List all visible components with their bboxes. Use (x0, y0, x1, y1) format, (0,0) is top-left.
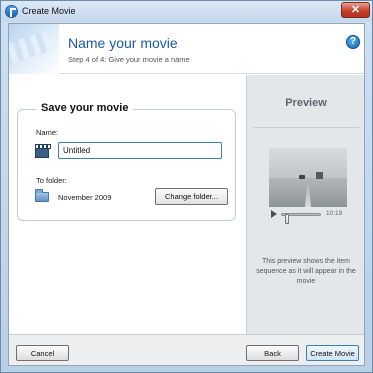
preview-title: Preview (285, 97, 327, 109)
movie-name-input[interactable] (58, 142, 222, 159)
preview-sky (269, 148, 347, 178)
app-logo-icon (5, 5, 18, 18)
title-bar: Create Movie ✕ (1, 1, 372, 22)
help-icon[interactable]: ? (346, 35, 360, 49)
close-button[interactable]: ✕ (341, 2, 370, 18)
preview-pane: Preview 10:19 This preview shows the ite… (246, 75, 364, 334)
seek-thumb[interactable] (285, 214, 289, 224)
play-icon[interactable] (271, 210, 277, 218)
header-banner-art (9, 24, 59, 74)
clapperboard-icon (35, 144, 51, 158)
preview-truck (316, 172, 323, 179)
wizard-header: Name your movie Step 4 of 4: Give your m… (9, 24, 364, 74)
folder-icon (35, 189, 49, 202)
duration-label: 10:19 (326, 210, 343, 217)
dialog-footer: Cancel Back Create Movie (9, 334, 364, 365)
seek-bar[interactable] (281, 213, 321, 224)
dialog-body: Name your movie Step 4 of 4: Give your m… (8, 23, 365, 366)
preview-car (299, 175, 305, 179)
create-movie-window: Create Movie ✕ Name your movie Step 4 of… (0, 0, 373, 373)
preview-player-controls: 10:19 (269, 209, 347, 224)
save-movie-group: Save your movie Name: To folder: Novembe… (17, 102, 236, 221)
page-title: Name your movie (68, 35, 178, 51)
group-title: Save your movie (36, 102, 134, 114)
preview-thumbnail (269, 148, 347, 207)
create-movie-button[interactable]: Create Movie (306, 345, 359, 361)
settings-pane: Save your movie Name: To folder: Novembe… (9, 75, 246, 334)
preview-note: This preview shows the item sequence as … (256, 258, 356, 285)
preview-divider (253, 127, 359, 128)
cancel-button[interactable]: Cancel (16, 345, 69, 361)
name-label: Name: (36, 128, 59, 137)
folder-name: November 2009 (58, 193, 112, 202)
window-title: Create Movie (22, 6, 76, 16)
folder-label: To folder: (36, 176, 67, 185)
change-folder-button[interactable]: Change folder... (155, 188, 228, 205)
back-button[interactable]: Back (246, 345, 299, 361)
step-subtitle: Step 4 of 4: Give your movie a name (68, 55, 190, 64)
